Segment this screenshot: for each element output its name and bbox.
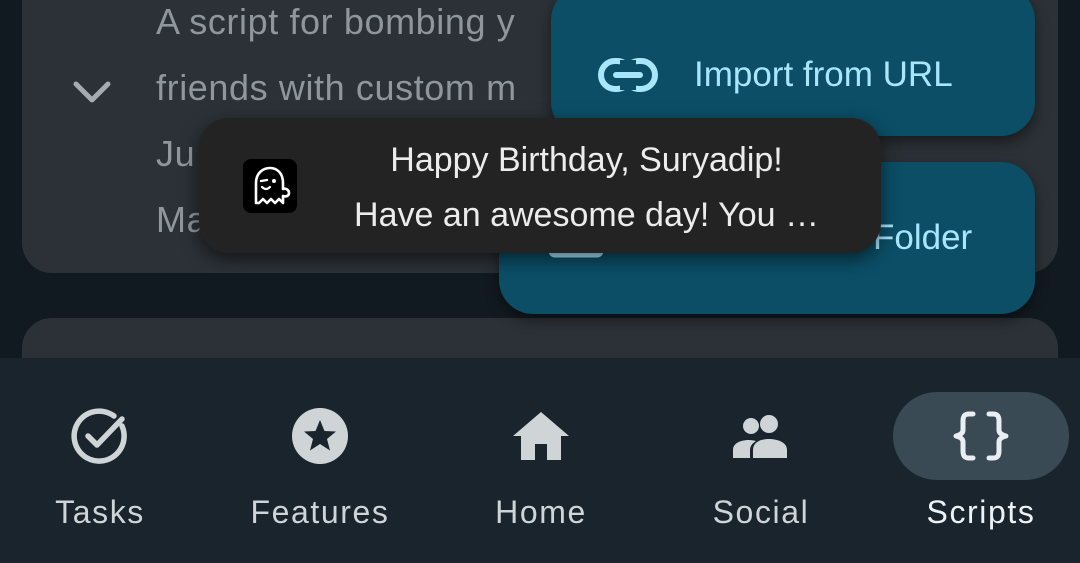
nav-label-tasks: Tasks (55, 494, 145, 530)
nav-label-features: Features (250, 494, 390, 530)
screen: A script for bombing y friends with cust… (0, 0, 1080, 563)
toast-message: Have an awesome day! You … (354, 196, 819, 234)
people-icon (733, 415, 787, 458)
import-from-url-button[interactable]: Import from URL (551, 0, 1035, 136)
toast-title: Happy Birthday, Suryadip! (390, 141, 783, 179)
star-circle-icon (292, 408, 348, 464)
nav-item-social[interactable]: Social (653, 358, 869, 563)
import-from-folder-label: Folder (873, 218, 973, 257)
script-meta-line-1: Ju (156, 133, 196, 174)
import-from-url-label: Import from URL (694, 55, 953, 94)
home-icon (513, 412, 569, 460)
code-braces-icon (953, 411, 1009, 461)
chevron-down-icon[interactable] (68, 68, 116, 116)
nav-label-social: Social (712, 494, 810, 530)
link-icon (598, 58, 658, 92)
nav-item-home[interactable]: Home (433, 358, 649, 563)
script-description-line-1: A script for bombing y (156, 1, 516, 42)
nav-label-home: Home (495, 494, 587, 530)
nav-item-tasks[interactable]: Tasks (0, 358, 208, 563)
toast-notification: Happy Birthday, Suryadip! Have an awesom… (199, 118, 881, 253)
app-ghost-icon (243, 159, 297, 213)
script-description-line-2: friends with custom m (156, 67, 517, 108)
nav-label-scripts: Scripts (926, 494, 1036, 530)
nav-item-scripts[interactable]: Scripts (873, 358, 1080, 563)
check-circle-icon (71, 408, 127, 464)
nav-item-features[interactable]: Features (212, 358, 428, 563)
bottom-navigation: Tasks Features Home Social Scripts (0, 358, 1080, 563)
